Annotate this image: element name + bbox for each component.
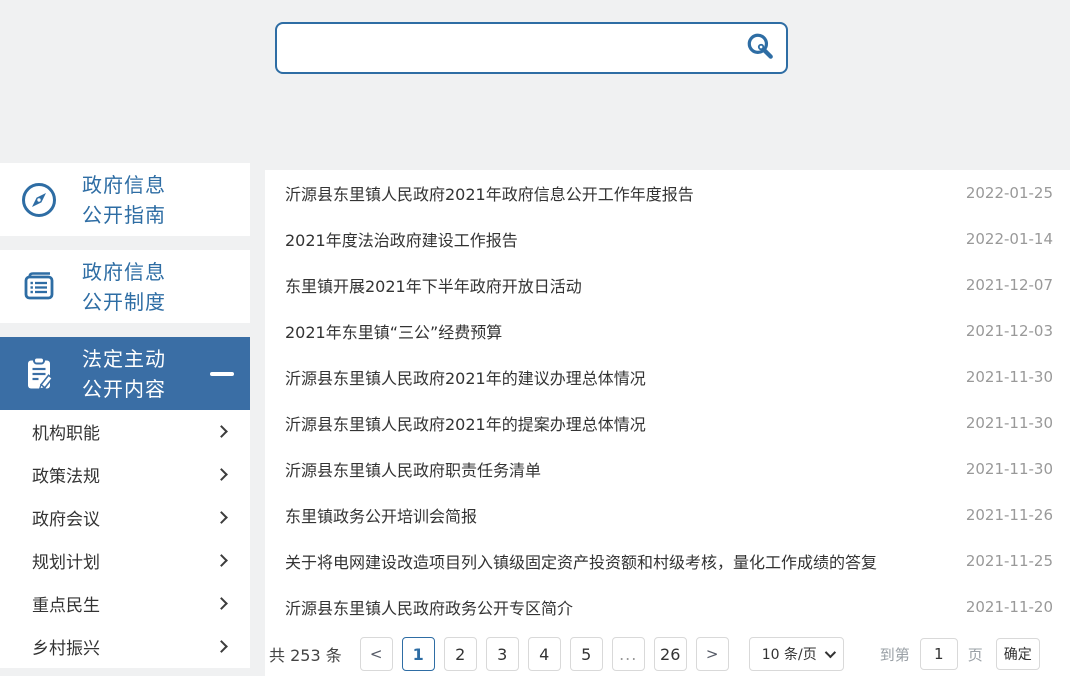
subitem-label: 规划计划: [32, 548, 100, 573]
article-link[interactable]: 2021年东里镇“三公”经费预算: [285, 319, 950, 343]
list-row: 2021年度法治政府建设工作报告 2022-01-14: [265, 216, 1070, 262]
page-button-2[interactable]: 2: [444, 637, 477, 671]
goto-page-label: 到第: [880, 644, 910, 665]
list-row: 沂源县东里镇人民政府2021年的建议办理总体情况 2021-11-30: [265, 354, 1070, 400]
sidebar-subitem-livelihood[interactable]: 重点民生: [0, 582, 250, 625]
article-link[interactable]: 东里镇政务公开培训会简报: [285, 503, 950, 527]
list-row: 沂源县东里镇人民政府政务公开专区简介 2021-11-20: [265, 584, 1070, 630]
chevron-right-icon: [215, 554, 228, 567]
subitem-label: 机构职能: [32, 419, 100, 444]
sidebar-item-statutory-disclosure[interactable]: 法定主动 公开内容: [0, 337, 250, 410]
pagination-bar: 共 253 条 < 1 2 3 4 5 ... 26 > 10 条/页 到第 页…: [265, 637, 1070, 671]
article-link[interactable]: 东里镇开展2021年下半年政府开放日活动: [285, 273, 950, 297]
document-list-icon: [19, 267, 59, 307]
sidebar-subitem-policies[interactable]: 政策法规: [0, 453, 250, 496]
subitem-label: 乡村振兴: [32, 634, 100, 659]
chevron-right-icon: [215, 640, 228, 653]
page-button-4[interactable]: 4: [528, 637, 561, 671]
page-button-26[interactable]: 26: [654, 637, 687, 671]
chevron-down-icon: [824, 647, 835, 658]
article-link[interactable]: 沂源县东里镇人民政府政务公开专区简介: [285, 595, 950, 619]
chevron-right-icon: [215, 468, 228, 481]
sidebar-sub-list: 机构职能 政策法规 政府会议 规划计划 重点民生 乡村振兴: [0, 410, 250, 668]
article-list-panel: 沂源县东里镇人民政府2021年政府信息公开工作年度报告 2022-01-25 2…: [265, 170, 1070, 676]
article-date: 2021-11-30: [966, 414, 1053, 432]
search-icon: [745, 32, 775, 65]
clipboard-pencil-icon: [19, 354, 59, 394]
article-link[interactable]: 沂源县东里镇人民政府职责任务清单: [285, 457, 950, 481]
article-date: 2021-11-25: [966, 552, 1053, 570]
list-row: 沂源县东里镇人民政府2021年政府信息公开工作年度报告 2022-01-25: [265, 170, 1070, 216]
sidebar-item-label: 法定主动 公开内容: [82, 344, 166, 404]
sidebar-item-disclosure-guide[interactable]: 政府信息 公开指南: [0, 163, 250, 236]
sidebar-subitem-org-functions[interactable]: 机构职能: [0, 410, 250, 453]
list-row: 东里镇政务公开培训会简报 2021-11-26: [265, 492, 1070, 538]
article-date: 2021-11-30: [966, 368, 1053, 386]
next-page-button[interactable]: >: [696, 637, 729, 671]
search-button[interactable]: [734, 24, 786, 72]
prev-page-button[interactable]: <: [360, 637, 393, 671]
search-input[interactable]: [277, 24, 734, 72]
pagination-total: 共 253 条: [269, 642, 342, 666]
goto-page-unit: 页: [968, 644, 983, 665]
chevron-right-icon: [215, 511, 228, 524]
article-link[interactable]: 沂源县东里镇人民政府2021年的建议办理总体情况: [285, 365, 950, 389]
page-size-value: 10 条/页: [762, 644, 817, 664]
confirm-button[interactable]: 确定: [996, 638, 1040, 670]
sidebar-item-disclosure-system[interactable]: 政府信息 公开制度: [0, 250, 250, 323]
list-row: 2021年东里镇“三公”经费预算 2021-12-03: [265, 308, 1070, 354]
sidebar-item-label: 政府信息 公开指南: [82, 170, 166, 230]
article-link[interactable]: 关于将电网建设改造项目列入镇级固定资产投资额和村级考核，量化工作成绩的答复: [285, 549, 950, 573]
article-date: 2021-12-03: [966, 322, 1053, 340]
sidebar-subitem-plans[interactable]: 规划计划: [0, 539, 250, 582]
compass-icon: [19, 180, 59, 220]
list-row: 关于将电网建设改造项目列入镇级固定资产投资额和村级考核，量化工作成绩的答复 20…: [265, 538, 1070, 584]
article-link[interactable]: 沂源县东里镇人民政府2021年政府信息公开工作年度报告: [285, 181, 950, 205]
article-date: 2021-11-26: [966, 506, 1053, 524]
chevron-right-icon: [215, 425, 228, 438]
list-row: 沂源县东里镇人民政府职责任务清单 2021-11-30: [265, 446, 1070, 492]
subitem-label: 政策法规: [32, 462, 100, 487]
sidebar-item-label: 政府信息 公开制度: [82, 257, 166, 317]
article-date: 2022-01-14: [966, 230, 1053, 248]
page-button-5[interactable]: 5: [570, 637, 603, 671]
page-button-3[interactable]: 3: [486, 637, 519, 671]
search-box: [275, 22, 788, 74]
article-date: 2021-11-30: [966, 460, 1053, 478]
sidebar-subitem-rural-revitalization[interactable]: 乡村振兴: [0, 625, 250, 668]
sidebar-subitem-gov-meetings[interactable]: 政府会议: [0, 496, 250, 539]
subitem-label: 重点民生: [32, 591, 100, 616]
sidebar: 政府信息 公开指南 政府信息 公开制度: [0, 163, 250, 668]
list-row: 东里镇开展2021年下半年政府开放日活动 2021-12-07: [265, 262, 1070, 308]
ellipsis-page-button[interactable]: ...: [612, 637, 645, 671]
article-date: 2021-12-07: [966, 276, 1053, 294]
goto-page-input[interactable]: [920, 638, 958, 670]
chevron-right-icon: [215, 597, 228, 610]
article-date: 2022-01-25: [966, 184, 1053, 202]
list-row: 沂源县东里镇人民政府2021年的提案办理总体情况 2021-11-30: [265, 400, 1070, 446]
article-link[interactable]: 沂源县东里镇人民政府2021年的提案办理总体情况: [285, 411, 950, 435]
minus-icon: [210, 372, 234, 376]
subitem-label: 政府会议: [32, 505, 100, 530]
page-root: 政府信息 公开指南 政府信息 公开制度: [0, 0, 1070, 676]
article-link[interactable]: 2021年度法治政府建设工作报告: [285, 227, 950, 251]
page-button-1[interactable]: 1: [402, 637, 435, 671]
article-date: 2021-11-20: [966, 598, 1053, 616]
page-size-select[interactable]: 10 条/页: [749, 637, 844, 671]
